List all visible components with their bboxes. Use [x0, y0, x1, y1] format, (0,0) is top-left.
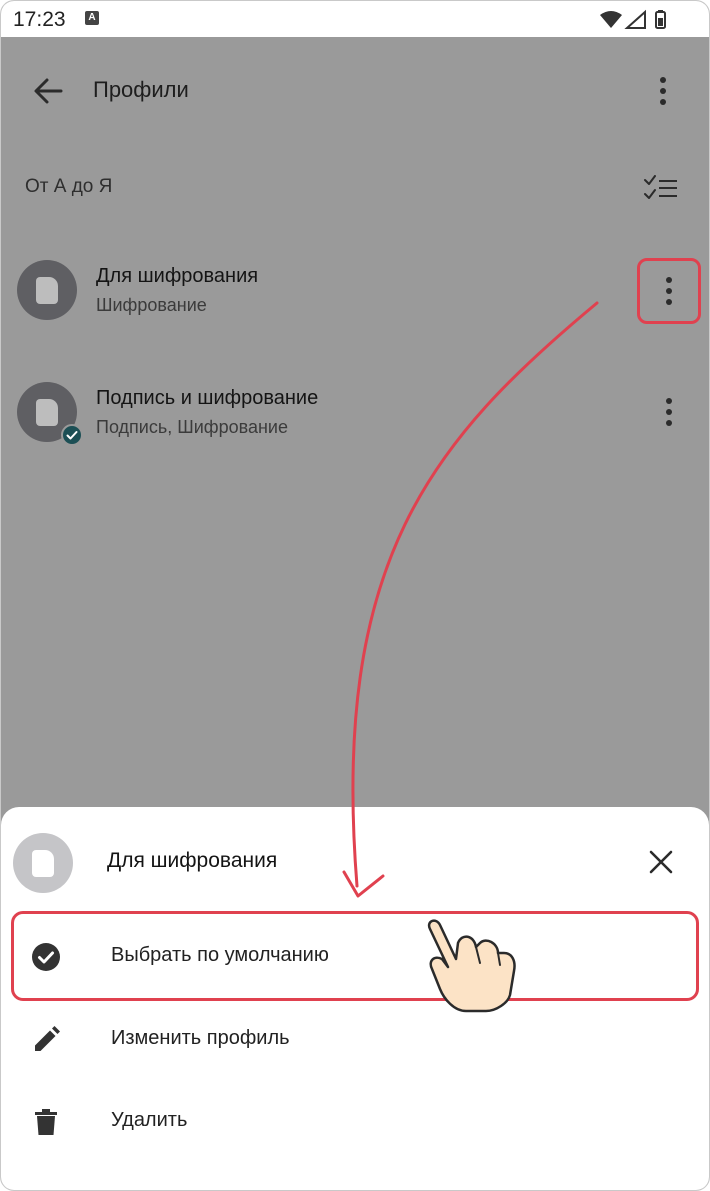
page-title: Профили	[93, 77, 189, 102]
close-icon[interactable]	[646, 847, 676, 877]
sheet-title: Для шифрования	[107, 849, 278, 872]
select-list-icon[interactable]	[643, 175, 679, 201]
option-label: Удалить	[111, 1109, 188, 1131]
profile-more-icon[interactable]	[659, 395, 679, 429]
status-icons	[599, 9, 669, 31]
sort-label[interactable]: От А до Я	[25, 176, 112, 198]
highlight-more-button	[637, 258, 701, 324]
delete-option[interactable]: Удалить	[1, 1081, 709, 1161]
back-arrow-icon[interactable]	[31, 75, 65, 107]
signal-icon	[624, 9, 646, 29]
phone-screen: 17:23 A Профили От А до Я Для шифрования…	[0, 0, 710, 1191]
document-icon	[36, 277, 58, 304]
status-time: 17:23	[13, 8, 66, 31]
default-check-badge-icon	[61, 424, 83, 446]
profile-subtitle: Подпись, Шифрование	[96, 417, 288, 437]
trash-icon	[31, 1107, 61, 1137]
option-label: Изменить профиль	[111, 1027, 290, 1049]
sheet-profile-avatar	[13, 833, 73, 893]
bottom-sheet: Для шифрования Выбрать по умолчанию Изме…	[1, 807, 709, 1190]
profile-avatar	[17, 382, 83, 446]
profile-title: Для шифрования	[96, 265, 259, 287]
tutorial-arrow	[351, 301, 599, 888]
status-bar: 17:23 A	[1, 1, 709, 37]
keyboard-indicator-icon: A	[85, 11, 99, 25]
more-menu-icon[interactable]	[653, 74, 673, 108]
document-icon	[36, 399, 58, 426]
profile-avatar	[17, 260, 77, 320]
edit-profile-option[interactable]: Изменить профиль	[1, 999, 709, 1079]
document-icon	[32, 850, 54, 877]
profile-title: Подпись и шифрование	[96, 387, 319, 409]
profile-subtitle: Шифрование	[96, 295, 207, 315]
wifi-icon	[600, 11, 622, 28]
pencil-icon	[31, 1025, 61, 1055]
battery-icon	[655, 10, 666, 29]
highlight-default-option	[11, 911, 699, 1001]
